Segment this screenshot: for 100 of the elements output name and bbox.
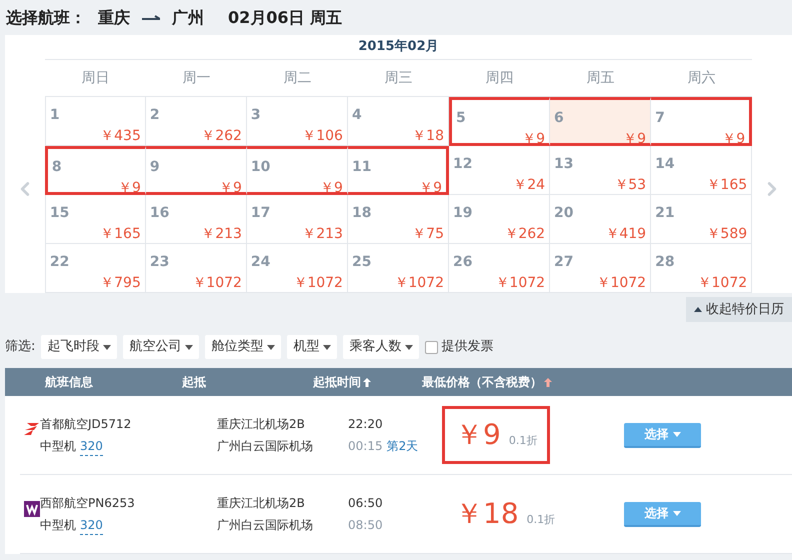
caret-icon <box>267 344 276 350</box>
column-header: 航班信息 <box>45 374 93 391</box>
day-number: 11 <box>352 158 372 177</box>
day-price: ￥213 <box>302 225 343 244</box>
day-number: 3 <box>250 106 262 125</box>
day-price: ￥262 <box>504 225 546 244</box>
day-price: ￥53 <box>614 176 646 195</box>
day-number: 18 <box>352 204 372 223</box>
day-number: 28 <box>655 253 676 272</box>
calendar-day[interactable]: 16 ￥213 <box>146 195 247 244</box>
column-header[interactable]: 起抵时间 <box>313 373 361 391</box>
select-button[interactable]: 选择 <box>624 422 701 448</box>
day-number: 19 <box>453 204 474 223</box>
calendar-day[interactable]: 8 ￥9 <box>44 146 146 195</box>
day-number: 22 <box>50 253 70 272</box>
day-price: ￥1072 <box>596 274 646 293</box>
flight-price: ￥18 <box>455 500 519 528</box>
day-price: ￥9 <box>320 179 343 198</box>
calendar-day[interactable]: 7 ￥9 <box>651 97 752 146</box>
calendar-day[interactable]: 26 ￥1072 <box>449 244 550 293</box>
day-price: ￥9 <box>219 179 242 198</box>
calendar-day[interactable]: 22 ￥795 <box>44 244 146 293</box>
calendar-day[interactable]: 21 ￥589 <box>651 195 752 244</box>
departure-time: 06:50 <box>348 495 384 512</box>
calendar-day[interactable]: 23 ￥1072 <box>146 244 247 293</box>
calendar-day[interactable]: 10 ￥9 <box>246 146 348 195</box>
calendar-day[interactable]: 18 ￥75 <box>348 195 449 244</box>
calendar-day[interactable]: 3 ￥106 <box>246 97 348 146</box>
aircraft-model-link[interactable]: 320 <box>80 516 103 534</box>
aircraft-model-link[interactable]: 320 <box>80 436 103 456</box>
weekday-label: 周五 <box>586 68 615 88</box>
calendar-day[interactable]: 1 ￥435 <box>44 97 146 146</box>
filter-dropdown[interactable]: 舱位类型 <box>205 335 282 359</box>
caret-icon <box>672 510 680 516</box>
day-number: 26 <box>453 253 474 272</box>
calendar-day[interactable]: 4 ￥18 <box>348 97 449 146</box>
filter-dropdown[interactable]: 机型 <box>287 335 338 359</box>
calendar-day[interactable]: 15 ￥165 <box>44 195 146 244</box>
day-number: 23 <box>150 253 170 272</box>
arrival-time: 00:15 <box>348 438 383 455</box>
filter-dropdown[interactable]: 起飞时段 <box>41 335 118 359</box>
calendar-day[interactable]: 13 ￥53 <box>550 146 652 195</box>
discount-label: 0.1折 <box>508 432 538 448</box>
day-number: 21 <box>655 204 676 223</box>
day-price: ￥18 <box>412 127 444 146</box>
calendar-day[interactable]: 12 ￥24 <box>449 146 550 195</box>
day-price: ￥1072 <box>495 274 546 293</box>
calendar-day[interactable]: 19 ￥262 <box>449 195 550 244</box>
day-price: ￥795 <box>100 274 141 293</box>
calendar-day[interactable]: 5 ￥9 <box>449 97 550 146</box>
day-price: ￥213 <box>201 225 242 244</box>
calendar-day[interactable]: 11 ￥9 <box>348 146 449 195</box>
sort-arrow-icon <box>363 378 371 386</box>
sort-arrow-icon <box>544 378 552 386</box>
column-header[interactable]: 最低价格（不含税费） <box>422 373 542 391</box>
day-number: 17 <box>250 204 272 223</box>
day-number: 10 <box>250 158 272 177</box>
calendar-day[interactable]: 27 ￥1072 <box>550 244 652 293</box>
calendar-day[interactable]: 20 ￥419 <box>550 195 652 244</box>
day-price: ￥1072 <box>192 274 242 293</box>
day-price: ￥9 <box>419 179 442 198</box>
day-price: ￥75 <box>412 225 444 244</box>
page-title: 选择航班： <box>6 6 86 28</box>
flight-price: ￥9 <box>455 421 501 449</box>
day-number: 8 <box>52 158 63 177</box>
calendar-day[interactable]: 2 ￥262 <box>146 97 247 146</box>
calendar-day[interactable]: 6 ￥9 <box>550 97 652 146</box>
origin-city: 重庆 <box>98 6 130 28</box>
calendar-day[interactable]: 28 ￥1072 <box>651 244 752 293</box>
calendar-day[interactable]: 24 ￥1072 <box>246 244 348 293</box>
collapse-calendar-button[interactable]: 收起特价日历 <box>686 297 792 322</box>
caret-icon <box>103 344 112 350</box>
filter-dropdown[interactable]: 乘客人数 <box>343 335 420 359</box>
discount-label: 0.1折 <box>526 512 556 528</box>
day-number: 24 <box>250 253 272 272</box>
day-number: 16 <box>150 204 170 223</box>
calendar-day[interactable]: 9 ￥9 <box>146 146 247 195</box>
day-price: ￥1072 <box>698 274 748 293</box>
departure-airport: 重庆江北机场2B <box>217 495 306 512</box>
caret-icon <box>185 344 194 350</box>
airline-logo-icon <box>24 501 40 517</box>
day-number: 12 <box>453 155 474 174</box>
day-number: 27 <box>554 253 575 272</box>
flight-name: 首都航空JD5712 <box>40 416 132 432</box>
calendar-day[interactable]: 17 ￥213 <box>246 195 348 244</box>
select-button[interactable]: 选择 <box>624 502 701 526</box>
weekday-label: 周二 <box>283 68 312 88</box>
calendar-day[interactable]: 14 ￥165 <box>651 146 752 195</box>
arrival-airport: 广州白云国际机场 <box>217 517 314 534</box>
invoice-checkbox[interactable] <box>425 340 438 354</box>
day-number: 6 <box>554 109 565 128</box>
day-price: ￥165 <box>706 176 748 195</box>
checkbox-label: 提供发票 <box>441 338 494 356</box>
filter-dropdown[interactable]: 航空公司 <box>123 335 200 359</box>
day-number: 15 <box>50 204 70 223</box>
aircraft-size: 中型机 <box>40 438 76 454</box>
arrival-airport: 广州白云国际机场 <box>217 438 314 455</box>
caret-icon <box>405 344 414 350</box>
column-header: 起抵 <box>182 374 206 391</box>
calendar-day[interactable]: 25 ￥1072 <box>348 244 449 293</box>
